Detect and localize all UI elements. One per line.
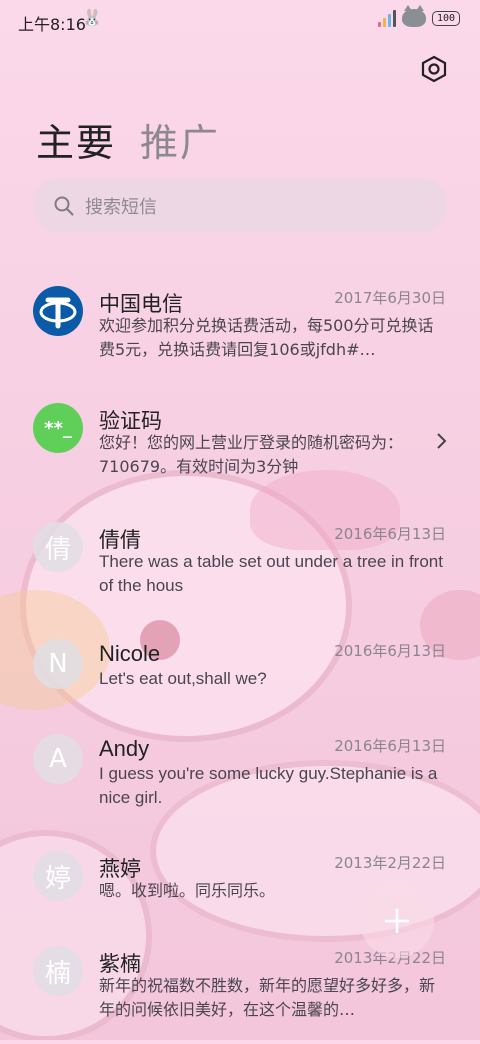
contact-name: Nicole: [99, 641, 161, 666]
search-placeholder: 搜索短信: [85, 196, 157, 218]
battery-icon: 100: [431, 10, 460, 26]
search-input[interactable]: 搜索短信: [33, 178, 447, 233]
conversation-item[interactable]: 中国电信 2017年6月30日 欢迎参加积分兑换话费活动，每500分可兑换话费5…: [0, 284, 480, 384]
compose-button[interactable]: [360, 884, 434, 958]
tab-primary[interactable]: 主要: [36, 112, 116, 167]
verification-code-icon: **_: [33, 403, 83, 453]
avatar: A: [33, 734, 83, 784]
conversation-item[interactable]: **_ 验证码 您好！您的网上营业厅登录的随机密码为：710679。有效时间为3…: [0, 401, 480, 501]
conversation-item[interactable]: A Andy 2016年6月13日 I guess you're some lu…: [0, 732, 480, 832]
conversation-item[interactable]: 楠 紫楠 2013年2月22日 新年的祝福数不胜数，新年的愿望好多好多，新年的问…: [0, 944, 480, 1044]
conversation-item[interactable]: N Nicole 2016年6月13日 Let's eat out,shall …: [0, 637, 480, 727]
sticker-icon: 🐰: [82, 8, 102, 27]
message-preview: There was a table set out under a tree i…: [99, 552, 443, 595]
message-date: 2013年2月22日: [334, 854, 446, 872]
avatar: 婷: [33, 851, 83, 901]
message-preview: I guess you're some lucky guy.Stephanie …: [99, 764, 438, 807]
avatar: N: [33, 639, 83, 689]
avatar: 倩: [33, 522, 83, 572]
status-time: 上午8:16: [18, 15, 86, 34]
tab-bar: 主要 推广: [36, 112, 220, 167]
message-date: 2017年6月30日: [334, 289, 446, 307]
settings-hexagon-icon: [421, 55, 447, 83]
plus-icon: [384, 908, 410, 934]
message-date: 2016年6月13日: [334, 737, 446, 755]
contact-name: Andy: [99, 736, 150, 761]
status-bar: 上午8:16 🐰 100: [0, 0, 480, 44]
search-icon: [54, 196, 74, 215]
message-date: 2016年6月13日: [334, 642, 446, 660]
message-preview: 欢迎参加积分兑换话费活动，每500分可兑换话费5元，兑换话费请回复106或jfd…: [99, 316, 434, 359]
avatar: [33, 286, 83, 336]
tab-promotions[interactable]: 推广: [140, 112, 220, 167]
status-icons: 100: [377, 5, 460, 27]
signal-icon: [377, 9, 396, 27]
message-preview: Let's eat out,shall we?: [99, 669, 267, 688]
chevron-right-icon: [437, 433, 447, 449]
message-date: 2016年6月13日: [334, 525, 446, 543]
avatar: 楠: [33, 946, 83, 996]
settings-button[interactable]: [418, 53, 450, 85]
cat-sticker-icon: [401, 5, 426, 27]
china-telecom-logo: [33, 286, 83, 336]
message-preview: 新年的祝福数不胜数，新年的愿望好多好多，新年的问候依旧美好，在这个温馨的…: [99, 976, 436, 1019]
conversation-item[interactable]: 倩 倩倩 2016年6月13日 There was a table set ou…: [0, 520, 480, 620]
message-preview: 您好！您的网上营业厅登录的随机密码为：710679。有效时间为3分钟: [99, 433, 404, 476]
